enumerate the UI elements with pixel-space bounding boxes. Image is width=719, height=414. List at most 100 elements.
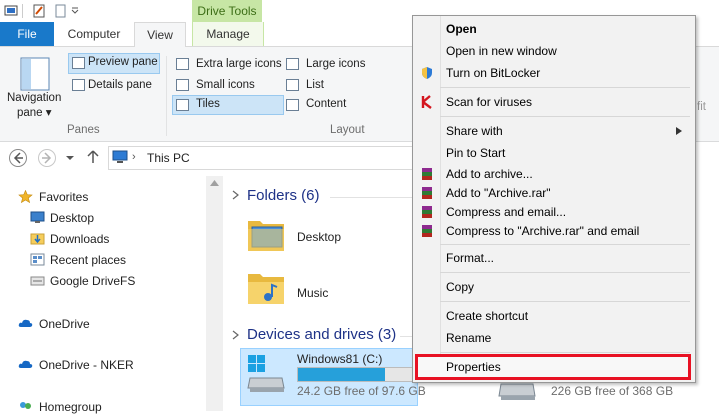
drive-c-usage-fill [298, 368, 385, 381]
menu-compress-and-email[interactable]: Compress and email... [446, 205, 566, 219]
menu-pin-to-start[interactable]: Pin to Start [446, 146, 505, 160]
extra-large-icons-option[interactable]: Extra large icons [196, 58, 282, 70]
tab-manage[interactable]: Manage [192, 22, 264, 46]
menu-open[interactable]: Open [446, 22, 477, 36]
new-folder-icon[interactable] [54, 4, 68, 18]
large-icons-option[interactable]: Large icons [306, 58, 365, 70]
panes-group-label: Panes [67, 124, 100, 136]
scroll-up-arrow-icon[interactable] [210, 180, 219, 186]
system-menu-icon[interactable] [4, 4, 18, 18]
menu-separator [440, 116, 690, 117]
menu-copy[interactable]: Copy [446, 280, 474, 294]
drive-c-free-space: 24.2 GB free of 97.6 GB [297, 384, 426, 398]
antivirus-scan-icon [421, 95, 432, 109]
menu-compress-to-rar-and-email[interactable]: Compress to "Archive.rar" and email [446, 224, 639, 238]
list-icon [286, 79, 299, 91]
submenu-arrow-icon [676, 127, 682, 135]
navigation-pane-icon[interactable] [20, 57, 50, 91]
properties-icon[interactable] [32, 4, 46, 18]
small-icons-icon [176, 79, 189, 91]
nav-onedrive-nker[interactable]: OneDrive - NKER [39, 358, 134, 372]
this-pc-icon [112, 150, 128, 163]
up-arrow-icon[interactable] [87, 150, 99, 164]
menu-format[interactable]: Format... [446, 251, 494, 265]
winrar-archive-icon [422, 206, 432, 218]
winrar-archive-icon [422, 225, 432, 237]
folder-desktop[interactable]: Desktop [297, 230, 341, 244]
music-folder-icon [248, 274, 284, 304]
menu-rename[interactable]: Rename [446, 331, 491, 345]
winrar-archive-icon [422, 187, 432, 199]
desktop-folder-icon [248, 221, 284, 251]
folders-group-header[interactable]: Folders (6) [247, 187, 320, 204]
recent-locations-chevron-down-icon[interactable] [65, 154, 75, 162]
tab-file[interactable]: File [0, 22, 54, 46]
nav-recent-places[interactable]: Recent places [50, 253, 126, 267]
back-icon[interactable] [8, 148, 28, 168]
windows-drive-icon [247, 355, 285, 392]
nav-favorites[interactable]: Favorites [39, 190, 88, 204]
tiles-icon [176, 99, 189, 111]
layout-group-label: Layout [330, 124, 365, 136]
ribbon-partial-text: fit [697, 101, 706, 113]
large-icons-icon [286, 58, 299, 70]
bitlocker-shield-icon [422, 67, 432, 79]
menu-turn-on-bitlocker[interactable]: Turn on BitLocker [446, 66, 540, 80]
menu-separator [440, 352, 690, 353]
menu-separator [440, 272, 690, 273]
menu-create-shortcut[interactable]: Create shortcut [446, 309, 528, 323]
nav-pane-scrollbar[interactable] [206, 176, 223, 411]
menu-share-with[interactable]: Share with [446, 124, 503, 138]
nav-homegroup[interactable]: Homegroup [39, 400, 102, 414]
preview-pane-icon [72, 57, 85, 69]
folders-group-divider [330, 197, 415, 198]
context-menu-gutter-line [440, 16, 441, 380]
collapse-devices-chevron-icon[interactable] [232, 330, 240, 340]
devices-group-header[interactable]: Devices and drives (3) [247, 326, 396, 343]
navigation-pane-label-1[interactable]: Navigation [7, 92, 61, 104]
nav-onedrive[interactable]: OneDrive [39, 317, 90, 331]
small-icons-option[interactable]: Small icons [196, 79, 255, 91]
content-option[interactable]: Content [306, 98, 346, 110]
menu-separator [440, 87, 690, 88]
google-drivefs-icon [30, 276, 45, 286]
navigation-pane-label-2[interactable]: pane ▾ [17, 105, 52, 119]
nav-google-drivefs[interactable]: Google DriveFS [50, 274, 135, 288]
list-option[interactable]: List [306, 79, 324, 91]
collapse-folders-chevron-icon[interactable] [232, 190, 240, 200]
favorites-star-icon [18, 190, 33, 203]
menu-add-to-archive[interactable]: Add to archive... [446, 167, 533, 181]
menu-add-to-archive-rar[interactable]: Add to "Archive.rar" [446, 186, 551, 200]
onedrive-cloud-icon [18, 319, 33, 327]
nav-desktop[interactable]: Desktop [50, 211, 94, 225]
preview-pane-label: Preview pane [88, 56, 158, 68]
tab-view[interactable]: View [134, 22, 186, 47]
downloads-folder-icon [30, 233, 45, 245]
drive-tools-contextual-tab: Drive Tools [192, 0, 262, 22]
desktop-icon [30, 211, 45, 223]
nav-downloads[interactable]: Downloads [50, 232, 109, 246]
details-pane-icon [72, 79, 85, 91]
details-pane-button[interactable]: Details pane [88, 79, 152, 91]
tiles-option[interactable]: Tiles [196, 98, 220, 110]
tab-computer[interactable]: Computer [54, 22, 134, 46]
menu-properties[interactable]: Properties [446, 360, 501, 374]
drive-c-name: Windows81 (C:) [297, 352, 383, 366]
customize-toolbar-icon[interactable] [70, 4, 80, 18]
drive-2-free-space: 226 GB free of 368 GB [551, 384, 674, 398]
recent-places-icon [30, 253, 45, 266]
menu-open-new-window[interactable]: Open in new window [446, 44, 557, 58]
onedrive-nker-cloud-icon [18, 360, 33, 368]
forward-icon[interactable] [37, 148, 57, 168]
breadcrumb-separator-icon[interactable]: › [132, 151, 136, 163]
menu-separator [440, 244, 690, 245]
winrar-archive-icon [422, 168, 432, 180]
drive-c-usage-bar [297, 367, 415, 382]
menu-separator [440, 301, 690, 302]
extra-large-icons-icon [176, 58, 189, 70]
homegroup-icon [20, 402, 31, 409]
folder-music[interactable]: Music [297, 286, 328, 300]
ribbon-separator [166, 56, 167, 136]
breadcrumb-this-pc[interactable]: This PC [147, 151, 190, 165]
menu-scan-for-viruses[interactable]: Scan for viruses [446, 95, 532, 109]
